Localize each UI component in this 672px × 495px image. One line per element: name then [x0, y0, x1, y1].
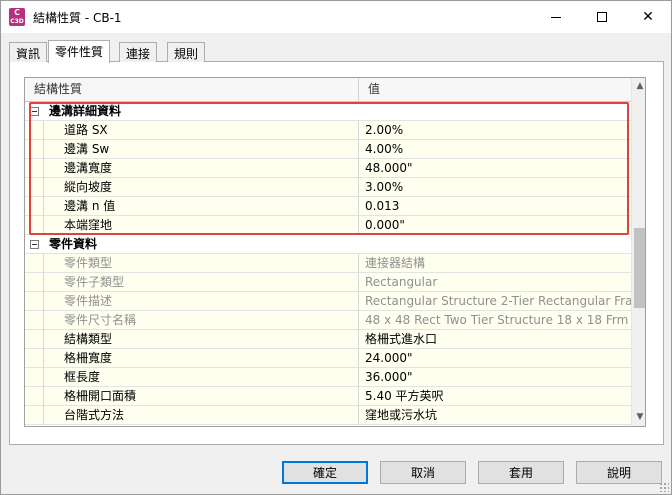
property-name: 台階式方法: [43, 406, 359, 425]
property-value: 連接器結構: [365, 256, 426, 270]
grid-header: 結構性質 值: [25, 78, 631, 102]
property-name: 零件尺寸名稱: [43, 311, 359, 330]
window-title: 結構性質 - CB-1: [33, 11, 122, 25]
property-row[interactable]: 邊溝 Sw 4.00%: [25, 140, 631, 159]
property-name: 格柵寬度: [43, 349, 359, 368]
scroll-up-icon[interactable]: ▲: [632, 78, 645, 95]
category-gutter-details[interactable]: 邊溝詳細資料: [25, 102, 631, 121]
property-row[interactable]: 格柵寬度 24.000": [25, 349, 631, 368]
structure-properties-dialog: C C3D 結構性質 - CB-1 ✕ 資訊 零件性質 連接 規則 結構性質 值…: [0, 0, 672, 495]
category-part-data[interactable]: 零件資料: [25, 235, 631, 254]
ok-button[interactable]: 確定: [282, 461, 368, 484]
property-name: 格柵開口面積: [43, 387, 359, 406]
property-name: 框長度: [43, 368, 359, 387]
category-label: 零件資料: [49, 237, 98, 251]
column-header-value[interactable]: 值: [359, 78, 631, 101]
title-bar[interactable]: C C3D 結構性質 - CB-1 ✕: [1, 1, 671, 33]
property-name: 縱向坡度: [43, 178, 359, 197]
property-value[interactable]: 3.00%: [359, 178, 631, 197]
property-value: Rectangular: [365, 275, 438, 289]
property-row[interactable]: 縱向坡度 3.00%: [25, 178, 631, 197]
column-header-property[interactable]: 結構性質: [25, 78, 359, 101]
vertical-scrollbar[interactable]: ▲ ▼: [631, 78, 645, 426]
property-row[interactable]: 道路 SX 2.00%: [25, 121, 631, 140]
property-value: Rectangular Structure 2-Tier Rectangular…: [365, 294, 631, 308]
minimize-icon: [551, 16, 561, 18]
property-name: 零件描述: [43, 292, 359, 311]
property-row[interactable]: 邊溝寬度 48.000": [25, 159, 631, 178]
tab-connections[interactable]: 連接: [119, 42, 158, 62]
property-name: 零件類型: [43, 254, 359, 273]
property-row[interactable]: 零件描述 Rectangular Structure 2-Tier Rectan…: [25, 292, 631, 311]
property-grid: 結構性質 值 邊溝詳細資料 道路 SX 2.00% 邊溝 Sw 4.00% 邊溝…: [24, 77, 646, 427]
property-value[interactable]: 格柵式進水口: [359, 330, 631, 349]
scroll-down-icon[interactable]: ▼: [632, 409, 645, 426]
property-row[interactable]: 零件尺寸名稱 48 x 48 Rect Two Tier Structure 1…: [25, 311, 631, 330]
property-value: 48 x 48 Rect Two Tier Structure 18 x 18 …: [365, 313, 631, 327]
help-button[interactable]: 說明: [576, 461, 662, 484]
property-value[interactable]: 36.000": [359, 368, 631, 387]
maximize-icon: [597, 12, 607, 22]
cancel-button[interactable]: 取消: [380, 461, 466, 484]
property-value[interactable]: 0.013: [359, 197, 631, 216]
property-name: 邊溝 Sw: [43, 140, 359, 159]
category-label: 邊溝詳細資料: [49, 104, 122, 118]
property-value[interactable]: 0.000": [359, 216, 631, 235]
tab-part-properties[interactable]: 零件性質: [48, 40, 111, 63]
apply-button[interactable]: 套用: [478, 461, 564, 484]
maximize-button[interactable]: [579, 1, 625, 33]
scrollbar-thumb[interactable]: [634, 228, 645, 308]
property-row[interactable]: 零件類型 連接器結構: [25, 254, 631, 273]
property-name: 零件子類型: [43, 273, 359, 292]
property-name: 道路 SX: [43, 121, 359, 140]
property-value[interactable]: 2.00%: [359, 121, 631, 140]
property-name: 本端窪地: [43, 216, 359, 235]
property-row[interactable]: 邊溝 n 值 0.013: [25, 197, 631, 216]
property-value[interactable]: 4.00%: [359, 140, 631, 159]
property-row[interactable]: 格柵開口面積 5.40 平方英呎: [25, 387, 631, 406]
property-row[interactable]: 台階式方法 窪地或污水坑: [25, 406, 631, 425]
grid-rows: 邊溝詳細資料 道路 SX 2.00% 邊溝 Sw 4.00% 邊溝寬度 48.0…: [25, 102, 631, 425]
close-icon: ✕: [642, 9, 654, 25]
property-row[interactable]: 框長度 36.000": [25, 368, 631, 387]
civil3d-app-icon: C C3D: [9, 8, 25, 26]
tab-info[interactable]: 資訊: [9, 42, 48, 62]
property-value[interactable]: 5.40 平方英呎: [359, 387, 631, 406]
property-name: 邊溝 n 值: [43, 197, 359, 216]
resize-grip-icon[interactable]: [659, 482, 669, 492]
property-value[interactable]: 窪地或污水坑: [359, 406, 631, 425]
minimize-button[interactable]: [533, 1, 579, 33]
property-name: 結構類型: [43, 330, 359, 349]
property-row[interactable]: 零件子類型 Rectangular: [25, 273, 631, 292]
property-value[interactable]: 24.000": [359, 349, 631, 368]
property-row[interactable]: 本端窪地 0.000": [25, 216, 631, 235]
property-name: 邊溝寬度: [43, 159, 359, 178]
property-row[interactable]: 結構類型 格柵式進水口: [25, 330, 631, 349]
property-value[interactable]: 48.000": [359, 159, 631, 178]
tab-rules[interactable]: 規則: [167, 42, 206, 62]
close-button[interactable]: ✕: [625, 1, 671, 33]
